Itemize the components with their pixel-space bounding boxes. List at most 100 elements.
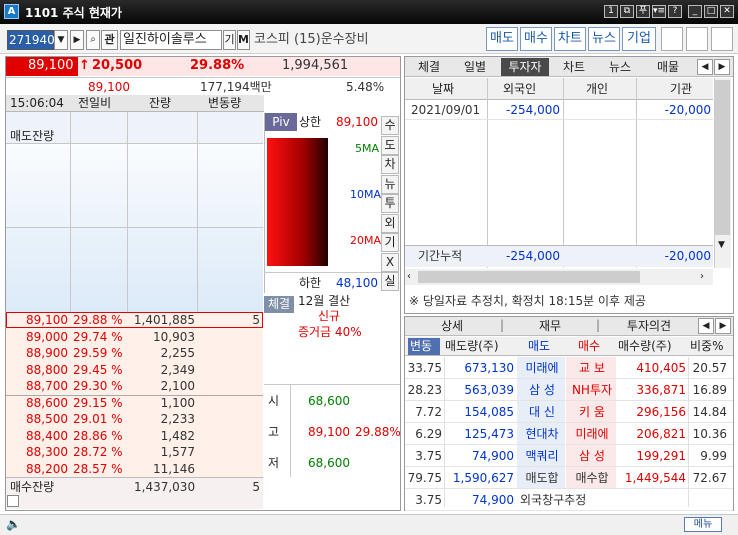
blank-button-3[interactable] [711, 27, 733, 51]
scroll-right-icon[interactable]: › [700, 268, 704, 286]
col-buyer: 매수 [578, 339, 601, 353]
tab-daily[interactable]: 일별 [453, 58, 497, 76]
broker-tab-left-icon[interactable]: ◀ [698, 318, 714, 334]
col-sell-qty: 매도량(주) [445, 339, 499, 353]
broker-chg: 79.75 [407, 471, 442, 485]
broker-seller: 현대차 [525, 427, 559, 441]
broker-seller: 삼 성 [529, 383, 555, 397]
next-arrow-icon[interactable]: ▶ [70, 30, 84, 50]
stock-code-input[interactable]: 271940 [7, 30, 55, 50]
col-seller: 매도 [528, 339, 551, 353]
magnifier-icon[interactable]: ⌕ [86, 30, 100, 50]
status-bar [0, 514, 738, 535]
code-dropdown-icon[interactable]: ▼ [54, 30, 68, 50]
tab-offer[interactable]: 매물 [646, 58, 690, 76]
tab-investor[interactable]: 투자자 [501, 58, 549, 76]
divider [563, 78, 564, 268]
row-inst: -20,000 [664, 103, 711, 117]
link-icon[interactable]: ⧉ [620, 5, 634, 18]
broker-buy-qty: 206,821 [636, 427, 686, 441]
left-panel-frame [5, 56, 401, 511]
divider [405, 119, 713, 120]
scroll-thumb[interactable] [715, 80, 730, 235]
nav-sell-button[interactable]: 매도 [486, 27, 518, 51]
broker-tab-right-icon[interactable]: ▶ [715, 318, 731, 334]
menu-button[interactable]: 메뉴 [684, 517, 722, 532]
nav-company-button[interactable]: 기업 [622, 27, 656, 51]
total-inst: -20,000 [664, 249, 711, 263]
broker-buy-qty: 410,405 [636, 361, 686, 375]
broker-chg: 33.75 [407, 361, 442, 375]
row-divider [405, 422, 733, 423]
row-divider [405, 400, 733, 401]
col-personal: 개인 [586, 82, 609, 96]
total-label: 기간누적 [418, 249, 463, 263]
broker-pct: 9.99 [700, 449, 727, 463]
blank-button-1[interactable] [661, 27, 683, 51]
scroll-left-icon[interactable]: ‹ [407, 268, 411, 286]
nav-buy-button[interactable]: 매수 [520, 27, 552, 51]
broker-sell-qty: 1,590,627 [452, 471, 514, 485]
broker-buyer: 미래에 [575, 427, 609, 441]
nav-chart-button[interactable]: 차트 [554, 27, 586, 51]
broker-sell-qty: 74,900 [472, 493, 514, 507]
row-foreign: -254,000 [506, 103, 560, 117]
broker-seller: 매도합 [525, 471, 559, 485]
minimize-icon[interactable]: _ [688, 5, 702, 18]
tab-news[interactable]: 뉴스 [598, 58, 642, 76]
broker-seller: 미래에 [525, 361, 559, 375]
row-divider [405, 378, 733, 379]
broker-seller: 대 신 [529, 405, 555, 419]
tab-opinion[interactable]: 투자의견 [609, 317, 689, 335]
tab-chegyeol[interactable]: 체결 [407, 58, 451, 76]
divider [487, 78, 488, 268]
scroll-down-icon[interactable]: ▼ [718, 236, 725, 254]
broker-pct: 10.36 [692, 427, 727, 441]
broker-chg: 28.23 [407, 383, 442, 397]
interest-button[interactable]: 관 [101, 30, 118, 50]
tab-separator: | [500, 318, 505, 332]
maximize-icon[interactable]: □ [704, 5, 718, 18]
broker-pct: 14.84 [692, 405, 727, 419]
tab-chart[interactable]: 차트 [552, 58, 596, 76]
tab-left-icon[interactable]: ◀ [697, 59, 713, 75]
broker-buyer: 매수합 [575, 471, 609, 485]
tab-separator: | [596, 318, 601, 332]
options-icon[interactable]: ▾≡ [652, 5, 666, 18]
broker-chg: 6.29 [415, 427, 442, 441]
speaker-icon[interactable]: 🔈 [6, 515, 21, 533]
link-number-button[interactable]: 1 [604, 5, 618, 18]
divider [636, 78, 637, 268]
broker-sell-qty: 125,473 [464, 427, 514, 441]
broker-sell-qty: 74,900 [472, 449, 514, 463]
row-divider [405, 488, 733, 489]
h-scroll-thumb[interactable] [418, 271, 640, 283]
row-divider [405, 444, 733, 445]
tab-detail[interactable]: 상세 [420, 317, 484, 335]
nav-news-button[interactable]: 뉴스 [588, 27, 620, 51]
tab-right-icon[interactable]: ▶ [714, 59, 730, 75]
app-logo-icon: A [4, 4, 19, 19]
broker-pct: 20.57 [692, 361, 727, 375]
tab-finance[interactable]: 재무 [518, 317, 582, 335]
col-chg: 변동 [410, 339, 433, 353]
broker-buy-qty: 199,291 [636, 449, 686, 463]
m-button[interactable]: M [237, 30, 250, 50]
gi-button[interactable]: 기 [223, 30, 236, 50]
row-divider [405, 466, 733, 467]
blank-button-2[interactable] [686, 27, 708, 51]
broker-chg: 3.75 [415, 449, 442, 463]
broker-sell-qty: 673,130 [464, 361, 514, 375]
pin-icon[interactable]: 푸 [636, 5, 650, 18]
help-icon[interactable]: ? [668, 5, 682, 18]
row-divider [405, 510, 733, 511]
broker-chg: 7.72 [415, 405, 442, 419]
window-title: 1101 주식 현재가 [25, 6, 122, 20]
broker-buyer: 삼 성 [579, 449, 605, 463]
col-pct: 비중% [690, 339, 724, 353]
stock-name-field[interactable]: 일진하이솔루스 [120, 30, 222, 50]
close-icon[interactable]: ✕ [720, 5, 734, 18]
broker-buyer: 키 움 [579, 405, 605, 419]
broker-buy-qty: 296,156 [636, 405, 686, 419]
row-date: 2021/09/01 [411, 103, 481, 117]
